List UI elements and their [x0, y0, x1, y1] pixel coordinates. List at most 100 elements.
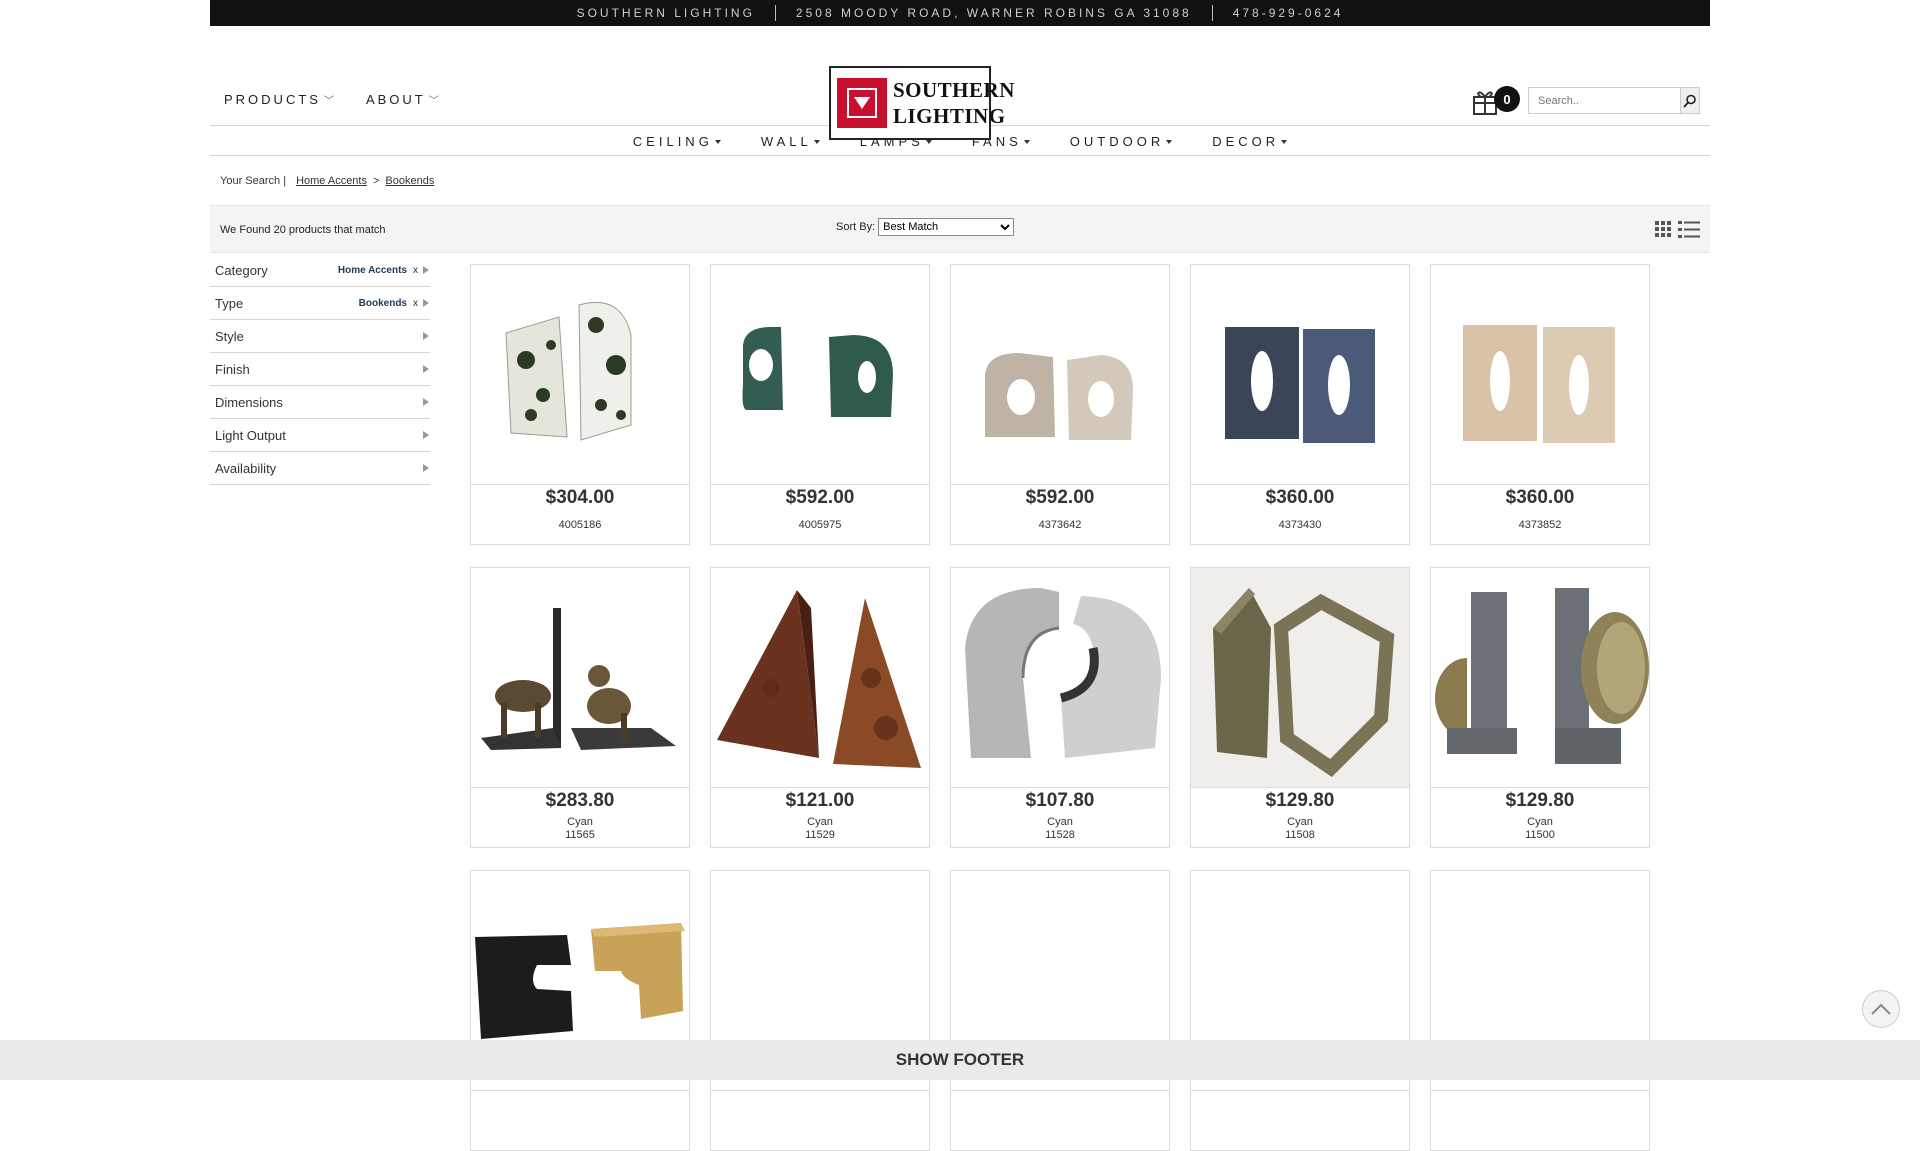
product-card[interactable]: $304.00 4005186	[470, 264, 690, 545]
product-image[interactable]	[1191, 265, 1409, 485]
product-price: $129.80	[1265, 790, 1335, 811]
product-card[interactable]: $592.00 4005975	[710, 264, 930, 545]
facet-label: Type	[215, 295, 244, 311]
product-card[interactable]: $592.00 4373642	[950, 264, 1170, 545]
product-sku: 4005186	[558, 519, 602, 531]
cart-count-badge: 0	[1494, 86, 1520, 112]
logo-text: SOUTHERN LIGHTING	[893, 77, 1015, 129]
list-view-icon[interactable]	[1678, 220, 1700, 240]
product-card[interactable]: $360.00 4373852	[1430, 264, 1650, 545]
product-image[interactable]	[711, 568, 929, 788]
catnav-outdoor[interactable]: OUTDOOR	[1069, 134, 1173, 149]
sort-select[interactable]: Best Match	[878, 218, 1015, 236]
cart-button[interactable]: 0	[1472, 86, 1520, 118]
catnav-decor[interactable]: DECOR	[1212, 134, 1288, 149]
product-card[interactable]: $360.00 4373430	[1190, 264, 1410, 545]
remove-filter-button[interactable]: x	[413, 298, 418, 309]
site-header: PRODUCTS ﹀ ABOUT ﹀ SOUTHERN LIGHTING 0	[210, 26, 1710, 140]
product-card[interactable]	[1430, 870, 1650, 1151]
product-sku: 11529	[805, 829, 835, 841]
product-brand: Cyan	[807, 816, 833, 828]
facet-category[interactable]: Category Home Accents x	[210, 254, 430, 287]
product-card[interactable]	[1190, 870, 1410, 1151]
catnav-label: OUTDOOR	[1069, 134, 1165, 149]
store-phone[interactable]: 478-929-0624	[1233, 6, 1344, 20]
expand-arrow-icon	[423, 266, 429, 274]
catnav-ceiling[interactable]: CEILING	[633, 134, 721, 149]
catnav-label: DECOR	[1212, 134, 1280, 149]
view-toggle	[1654, 220, 1700, 240]
product-sku: 11508	[1285, 829, 1315, 841]
top-info-bar: SOUTHERN LIGHTING 2508 MOODY ROAD, WARNE…	[210, 0, 1710, 26]
product-price: $592.00	[1025, 487, 1095, 508]
product-card[interactable]: $121.00 Cyan 11529	[710, 567, 930, 848]
facet-dimensions[interactable]: Dimensions	[210, 386, 430, 419]
product-image[interactable]	[711, 265, 929, 485]
product-price: $360.00	[1265, 487, 1335, 508]
product-card[interactable]: $129.80 Cyan 11508	[1190, 567, 1410, 848]
product-image[interactable]	[471, 265, 689, 485]
product-card[interactable]: $129.80 Cyan 11500	[1430, 567, 1650, 848]
product-price: $107.80	[1025, 790, 1095, 811]
product-sku: 4005975	[798, 519, 842, 531]
chevron-up-icon	[1871, 1003, 1891, 1015]
results-count: We Found 20 products that match	[220, 224, 386, 236]
nav-products[interactable]: PRODUCTS ﹀	[224, 92, 334, 107]
divider	[774, 5, 776, 21]
product-image[interactable]	[471, 568, 689, 788]
grid-view-icon[interactable]	[1654, 220, 1672, 238]
facet-selected-value: Home Accents	[337, 264, 407, 276]
product-card[interactable]: $283.80 Cyan 11565	[470, 567, 690, 848]
product-card[interactable]	[470, 870, 690, 1151]
product-sku: 11528	[1045, 829, 1075, 841]
facet-light-output[interactable]: Light Output	[210, 419, 430, 452]
facet-selected-value: Bookends	[358, 297, 407, 309]
facet-type[interactable]: Type Bookends x	[210, 287, 430, 320]
search-input[interactable]	[1529, 88, 1680, 113]
remove-filter-button[interactable]: x	[413, 265, 418, 276]
facet-finish[interactable]: Finish	[210, 353, 430, 386]
breadcrumb-home-accents[interactable]: Home Accents	[296, 175, 367, 187]
show-footer-bar[interactable]: SHOW FOOTER	[0, 1040, 1920, 1080]
product-price: $592.00	[785, 487, 855, 508]
product-image[interactable]	[1431, 265, 1649, 485]
expand-arrow-icon	[423, 464, 429, 472]
breadcrumb-bookends[interactable]: Bookends	[385, 175, 434, 187]
product-card[interactable]	[710, 870, 930, 1151]
catnav-wall[interactable]: WALL	[761, 134, 820, 149]
product-sku: 11565	[565, 829, 595, 841]
product-brand: Cyan	[567, 816, 593, 828]
product-price: $283.80	[545, 790, 615, 811]
facet-availability[interactable]: Availability	[210, 452, 430, 485]
product-grid: $304.00 4005186 $592.00 4005975 $592.00 …	[470, 264, 1650, 1151]
expand-arrow-icon	[423, 398, 429, 406]
caret-down-icon	[1023, 139, 1030, 144]
catnav-label: CEILING	[632, 134, 713, 149]
product-card[interactable]: $107.80 Cyan 11528	[950, 567, 1170, 848]
caret-down-icon	[925, 139, 932, 144]
logo-line-2: LIGHTING	[893, 104, 1006, 128]
main-nav: PRODUCTS ﹀ ABOUT ﹀	[224, 92, 439, 107]
expand-arrow-icon	[423, 332, 429, 340]
caret-down-icon	[714, 139, 721, 144]
caret-down-icon	[1166, 139, 1173, 144]
chevron-down-icon: ﹀	[428, 96, 439, 107]
results-bar: We Found 20 products that match Sort By:…	[210, 205, 1710, 253]
product-sku: 4373430	[1278, 519, 1322, 531]
expand-arrow-icon	[423, 299, 429, 307]
product-price: $121.00	[785, 790, 855, 811]
product-image[interactable]	[1191, 568, 1409, 788]
facet-style[interactable]: Style	[210, 320, 430, 353]
facet-selected: Home Accents x	[338, 265, 418, 276]
product-card[interactable]	[950, 870, 1170, 1151]
facet-label: Finish	[215, 361, 250, 377]
product-image[interactable]	[1431, 568, 1649, 788]
site-logo[interactable]: SOUTHERN LIGHTING	[829, 66, 1014, 140]
product-image[interactable]	[951, 265, 1169, 485]
scroll-to-top-button[interactable]	[1862, 990, 1900, 1028]
facet-label: Light Output	[215, 427, 286, 443]
product-image[interactable]	[951, 568, 1169, 788]
search-button[interactable]	[1680, 88, 1699, 113]
expand-arrow-icon	[423, 431, 429, 439]
nav-about[interactable]: ABOUT ﹀	[366, 92, 439, 107]
